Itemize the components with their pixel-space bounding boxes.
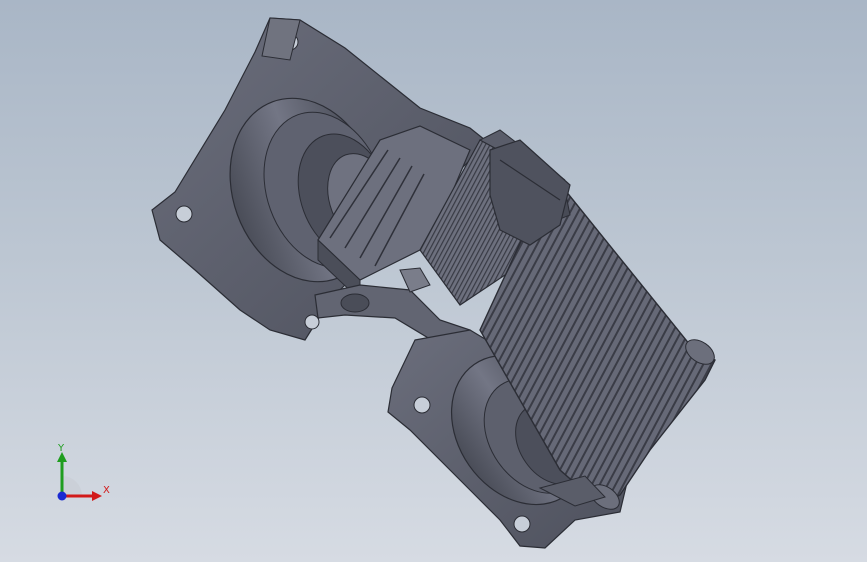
y-axis-label: Y (58, 443, 65, 454)
z-axis-dot (57, 491, 67, 501)
3d-model-viewport[interactable]: X Y (0, 0, 867, 562)
3d-part-model[interactable] (0, 0, 867, 562)
x-axis-label: X (103, 485, 110, 496)
coordinate-triad: X Y (40, 438, 120, 518)
